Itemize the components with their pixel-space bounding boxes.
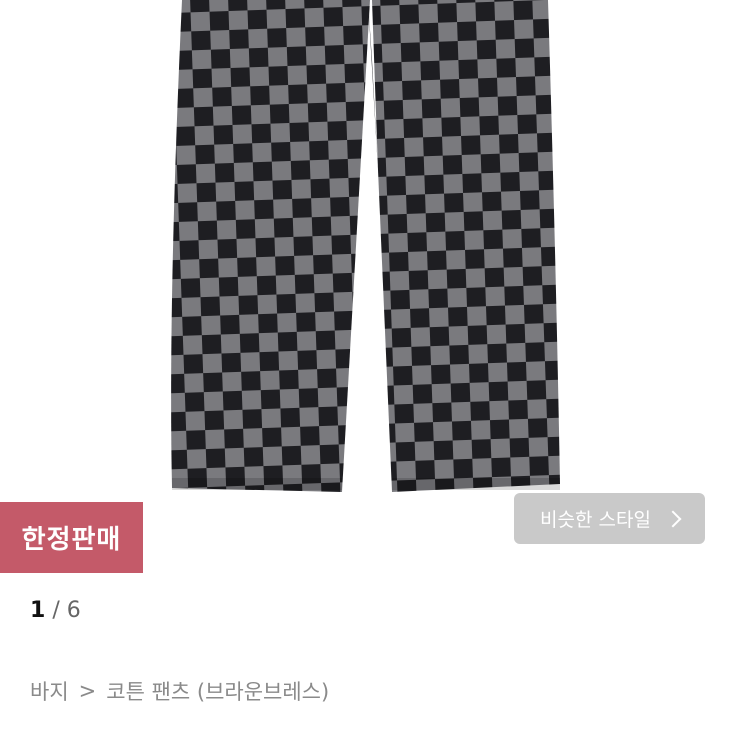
breadcrumb: 바지 > 코튼 팬츠 (브라운브레스) <box>30 676 329 706</box>
right-pant-leg <box>372 0 560 492</box>
left-hem <box>172 478 342 490</box>
image-pager: 1 / 6 <box>30 598 81 623</box>
breadcrumb-item-link[interactable]: 코튼 팬츠 (브라운브레스) <box>106 676 329 706</box>
limited-sale-badge: 한정판매 <box>0 502 143 573</box>
similar-style-button[interactable]: 비슷한 스타일 <box>514 493 705 544</box>
left-pant-leg <box>171 0 370 492</box>
pager-total: 6 <box>66 598 81 623</box>
breadcrumb-separator: > <box>78 679 97 703</box>
product-page: 한정판매 비슷한 스타일 1 / 6 바지 > 코튼 팬츠 (브라운브레스) <box>0 0 734 734</box>
pager-separator: / <box>52 598 60 623</box>
similar-style-label: 비슷한 스타일 <box>540 509 651 531</box>
breadcrumb-category-link[interactable]: 바지 <box>30 676 69 706</box>
chevron-right-icon <box>664 510 682 527</box>
right-hem <box>392 478 560 490</box>
pager-current: 1 <box>30 598 46 623</box>
limited-sale-label: 한정판매 <box>21 525 122 555</box>
